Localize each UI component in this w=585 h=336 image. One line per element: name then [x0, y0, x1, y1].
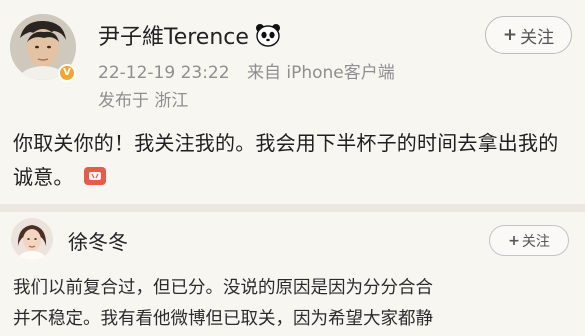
post-source: 来自 iPhone客户端 — [246, 63, 395, 83]
post-body-line: 我们以前复合过，但已分。没说的原因是因为分分合合 — [13, 278, 433, 298]
post-body-line: 并不稳定。我有看他微博但已取关，因为希望大家都静 — [13, 309, 433, 329]
verified-badge-icon: V — [58, 64, 76, 82]
follow-button[interactable]: + 关注 — [485, 16, 572, 54]
post-location: 发布于 浙江 — [98, 91, 189, 111]
post1-header: V 尹子維Terence 22-12-19 23:22 来自 iPhone客户端… — [0, 0, 585, 111]
author-name[interactable]: 尹子維Terence — [98, 19, 281, 51]
avatar[interactable] — [11, 218, 53, 260]
post-body: 你取关你的！我关注我的。我会用下半杯子的时间去拿出我的诚意。 — [13, 126, 573, 194]
post-body: 我们以前复合过，但已分。没说的原因是因为分分合合 并不稳定。我有看他微博但已取关… — [13, 273, 579, 335]
follow-label: 关注 — [521, 233, 550, 250]
plus-icon: + — [508, 232, 520, 249]
author-name-text[interactable]: 尹子維Terence — [98, 19, 249, 51]
follow-button[interactable]: + 关注 — [489, 225, 569, 256]
post-date: 22-12-19 23:22 — [98, 63, 230, 83]
weibo-screenshot: V 尹子維Terence 22-12-19 23:22 来自 iPhone客户端… — [0, 0, 585, 336]
post-meta: 22-12-19 23:22 来自 iPhone客户端 — [98, 58, 395, 83]
follow-label: 关注 — [520, 27, 555, 48]
author-name[interactable]: 徐冬冬 — [68, 226, 128, 255]
plus-icon: + — [502, 25, 518, 45]
panda-emoji-icon — [255, 23, 281, 47]
red-emoji-icon — [83, 162, 107, 185]
section-divider — [0, 204, 585, 212]
